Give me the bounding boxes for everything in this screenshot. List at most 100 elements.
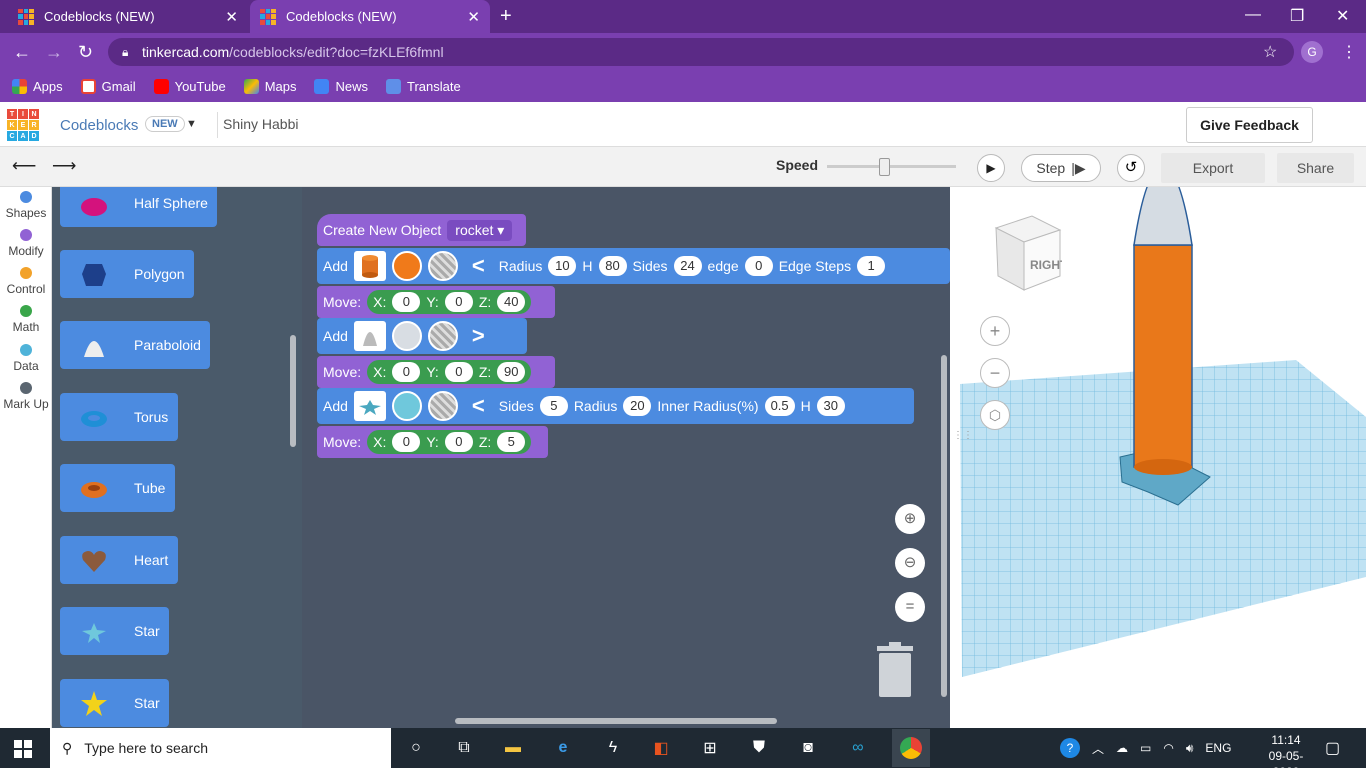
export-button[interactable]: Export <box>1161 153 1265 183</box>
reset-zoom-icon[interactable]: = <box>895 592 925 622</box>
move-block-3[interactable]: Move: X: 0 Y: 0 Z: 5 <box>317 426 548 458</box>
address-bar[interactable]: tinkercad.com/codeblocks/edit?doc=fzKLEf… <box>108 38 1294 66</box>
profile-avatar[interactable]: G <box>1301 41 1323 63</box>
move-block-2[interactable]: Move: X: 0 Y: 0 Z: 90 <box>317 356 555 388</box>
browser-menu-icon[interactable]: ⋮ <box>1341 42 1357 62</box>
bookmark-gmail[interactable]: Gmail <box>80 79 136 94</box>
category-math[interactable]: Math <box>0 305 52 334</box>
height-input[interactable]: 80 <box>598 256 627 276</box>
cylinder-thumbnail[interactable] <box>353 251 386 281</box>
edge-input[interactable]: 0 <box>744 256 773 276</box>
speed-slider-track[interactable] <box>827 165 956 168</box>
category-markup[interactable]: Mark Up <box>0 382 52 411</box>
trash-icon[interactable] <box>875 642 915 698</box>
expand-right-icon[interactable]: > <box>472 323 485 349</box>
y-input[interactable]: 0 <box>444 432 473 452</box>
app-icon[interactable]: ϟ <box>600 735 626 761</box>
hole-swatch[interactable] <box>427 321 458 351</box>
inner-radius-input[interactable]: 0.5 <box>764 396 795 416</box>
bookmark-maps[interactable]: Maps <box>243 79 296 94</box>
block-torus[interactable]: Torus <box>60 393 178 441</box>
give-feedback-button[interactable]: Give Feedback <box>1186 107 1313 143</box>
reset-button[interactable]: ↺ <box>1117 154 1145 182</box>
color-swatch[interactable] <box>391 251 422 281</box>
z-input[interactable]: 90 <box>497 362 526 382</box>
resize-handle-icon[interactable]: ⋮⋮ <box>953 430 973 441</box>
zoom-out-icon[interactable]: ⊖ <box>895 548 925 578</box>
store-icon[interactable]: ⊞ <box>697 735 723 761</box>
play-button[interactable]: ▶ <box>977 154 1005 182</box>
cloud-icon[interactable]: ☁ <box>1116 741 1128 755</box>
file-explorer-icon[interactable]: ▬ <box>500 735 526 761</box>
volume-icon[interactable]: 🔊︎ <box>1186 741 1194 756</box>
forward-icon[interactable]: → <box>45 42 63 63</box>
zoom-in-icon[interactable]: ⊕ <box>895 504 925 534</box>
block-polygon[interactable]: Polygon <box>60 250 194 298</box>
wifi-icon[interactable]: ◠ <box>1163 741 1173 755</box>
block-tube[interactable]: Tube <box>60 464 175 512</box>
radius-input[interactable]: 10 <box>548 256 577 276</box>
add-star-block[interactable]: Add < Sides 5 Radius 20 Inner Radius(%) 0.5… <box>317 388 914 424</box>
sides-input[interactable]: 24 <box>673 256 702 276</box>
battery-icon[interactable]: ▭ <box>1140 741 1151 755</box>
block-star[interactable]: Star <box>60 607 169 655</box>
design-name[interactable]: Shiny Habbi <box>223 116 299 132</box>
add-cylinder-block[interactable]: Add < Radius 10 H 80 Sides 24 edge 0 Edge St… <box>317 248 950 284</box>
office-icon[interactable]: ◧ <box>648 735 674 761</box>
block-paraboloid[interactable]: Paraboloid <box>60 321 210 369</box>
flyout-scrollbar[interactable] <box>290 335 296 447</box>
view-cube[interactable]: RIGHT <box>992 214 1062 292</box>
speed-slider-handle[interactable] <box>879 158 891 176</box>
bookmark-translate[interactable]: Translate <box>386 79 461 94</box>
bookmark-star-icon[interactable]: ☆ <box>1263 42 1277 62</box>
edge-icon[interactable]: e <box>550 735 576 761</box>
lock-icon[interactable]: 🔒︎ <box>122 45 128 60</box>
add-paraboloid-block[interactable]: Add > <box>317 318 527 354</box>
category-data[interactable]: Data <box>0 344 52 373</box>
close-tab-icon[interactable]: ✕ <box>225 8 238 26</box>
cortana-icon[interactable]: ○ <box>403 735 429 761</box>
undo-icon[interactable]: ⟵ <box>12 156 36 176</box>
move-block-1[interactable]: Move: X: 0 Y: 0 Z: 40 <box>317 286 555 318</box>
bookmark-apps[interactable]: Apps <box>12 79 63 94</box>
browser-tab-active[interactable]: Codeblocks (NEW) ✕ <box>250 0 490 33</box>
block-half-sphere[interactable]: Half Sphere <box>60 187 217 227</box>
arduino-icon[interactable]: ∞ <box>845 735 871 761</box>
share-button[interactable]: Share <box>1277 153 1354 183</box>
step-button[interactable]: Step |▶ <box>1021 154 1101 182</box>
category-modify[interactable]: Modify <box>0 229 52 258</box>
browser-tab[interactable]: Codeblocks (NEW) ✕ <box>8 0 248 33</box>
block-heart[interactable]: Heart <box>60 536 178 584</box>
home-view-icon[interactable]: ⬡ <box>980 400 1010 430</box>
height-input[interactable]: 30 <box>816 396 845 416</box>
language-indicator[interactable]: ENG <box>1205 741 1231 755</box>
radius-input[interactable]: 20 <box>623 396 652 416</box>
hole-swatch[interactable] <box>427 251 458 281</box>
x-input[interactable]: 0 <box>392 362 421 382</box>
create-object-block[interactable]: Create New Object rocket ▾ <box>317 214 526 246</box>
category-shapes[interactable]: Shapes <box>0 191 52 220</box>
close-tab-icon[interactable]: ✕ <box>467 8 480 26</box>
color-swatch[interactable] <box>391 391 422 421</box>
object-name-dropdown[interactable]: rocket ▾ <box>447 219 513 241</box>
help-icon[interactable]: ? <box>1060 738 1080 758</box>
new-tab-icon[interactable]: + <box>500 5 512 28</box>
restore-icon[interactable]: ❐ <box>1290 6 1304 26</box>
z-input[interactable]: 40 <box>497 292 526 312</box>
taskbar-search[interactable]: ⚲ Type here to search <box>50 728 391 768</box>
hole-swatch[interactable] <box>427 391 458 421</box>
view-zoom-in-icon[interactable]: + <box>980 316 1010 346</box>
sides-input[interactable]: 5 <box>539 396 568 416</box>
workspace-hscrollbar[interactable] <box>455 718 777 724</box>
category-control[interactable]: Control <box>0 267 52 296</box>
chevron-up-icon[interactable]: ︿ <box>1092 740 1104 757</box>
y-input[interactable]: 0 <box>444 362 473 382</box>
camera-icon[interactable]: ◙ <box>795 735 821 761</box>
windows-start-icon[interactable] <box>14 740 32 758</box>
reload-icon[interactable]: ↻ <box>78 42 93 63</box>
x-input[interactable]: 0 <box>392 292 421 312</box>
chevron-down-icon[interactable]: ▼ <box>186 118 197 130</box>
collapse-left-icon[interactable]: < <box>472 393 485 419</box>
clock[interactable]: 11:14 09-05-2020 <box>1256 732 1316 780</box>
back-icon[interactable]: ← <box>13 42 31 63</box>
